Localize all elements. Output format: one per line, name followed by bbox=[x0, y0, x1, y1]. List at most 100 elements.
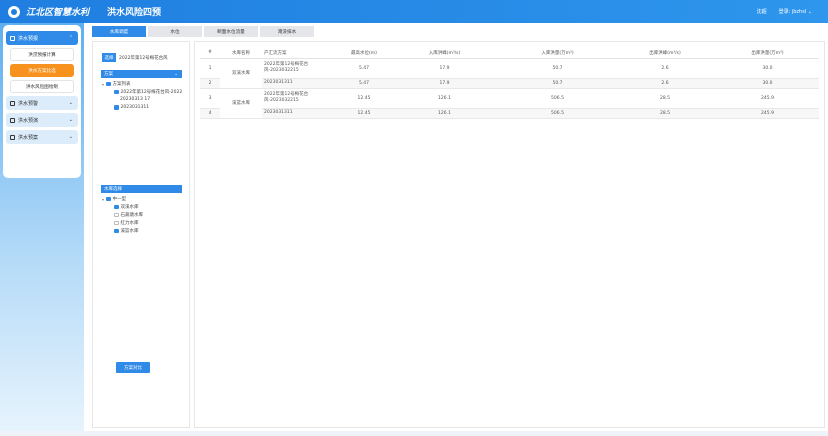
sidebar-group-plan[interactable]: 洪水预案 ⌄ bbox=[6, 130, 78, 144]
cell-out-peak: 2.6 bbox=[614, 58, 716, 79]
sidebar-group-rehearsal[interactable]: 洪水预演 ⌄ bbox=[6, 113, 78, 127]
rehearsal-icon bbox=[10, 117, 15, 123]
warning-icon bbox=[10, 100, 15, 106]
select-button[interactable]: 选择 bbox=[102, 53, 116, 62]
expand-arrow-icon[interactable]: ▾ bbox=[102, 82, 104, 87]
sidebar-group-label: 洪水预案 bbox=[18, 134, 39, 141]
cell-in-vol: 50.7 bbox=[501, 58, 614, 79]
tab-inundation[interactable]: 淹没排水 bbox=[260, 26, 314, 37]
sidebar-group-label: 洪水预报 bbox=[18, 35, 39, 42]
sidebar-group-label: 洪水预演 bbox=[18, 117, 39, 124]
tab-section-flow[interactable]: 断面水位流量 bbox=[204, 26, 258, 37]
cell-max-level: 12.45 bbox=[340, 108, 388, 119]
scheme-tree-item-cont: 20230313 17 bbox=[120, 97, 151, 102]
scheme-tree-item[interactable]: 2022年第12号梅花台风-2022 bbox=[114, 89, 182, 95]
section-label: 方案 bbox=[104, 72, 113, 77]
cell-reservoir: 双溪水库 bbox=[220, 58, 262, 89]
table-row[interactable]: 4 2023031311 12.45 126.1 506.5 28.5 245.… bbox=[200, 108, 819, 119]
user-name[interactable]: 沈超 bbox=[757, 8, 767, 15]
cell-out-vol: 30.0 bbox=[716, 58, 819, 79]
sidebar-group-forecast[interactable]: 洪水预报 ⌃ bbox=[6, 31, 78, 45]
reservoir-section-header: 水库选择 bbox=[101, 185, 182, 193]
col-header: 入库洪峰(m³/s) bbox=[388, 48, 501, 59]
section-label: 水库选择 bbox=[104, 187, 122, 192]
table-header-row: # 水库名称 产汇流方案 最高水位(m) 入库洪峰(m³/s) 入库洪量(万m³… bbox=[200, 48, 819, 59]
cell-out-peak: 2.6 bbox=[614, 78, 716, 89]
chevron-up-icon: ⌃ bbox=[68, 35, 73, 41]
reservoir-item[interactable]: 石蔬塘水库 bbox=[114, 212, 143, 218]
tab-reservoir[interactable]: 水库调度 bbox=[92, 26, 146, 37]
reservoir-tree-root[interactable]: ▾ 中一型 bbox=[102, 196, 126, 203]
cell-max-level: 5.47 bbox=[340, 78, 388, 89]
cell-scheme: 2022年第12号梅花台风-2023032215 bbox=[262, 88, 340, 109]
reservoir-item[interactable]: 红力水库 bbox=[114, 220, 139, 226]
cell-in-peak: 126.1 bbox=[388, 108, 501, 119]
plan-icon bbox=[10, 134, 15, 140]
cell-in-peak: 17.9 bbox=[388, 78, 501, 89]
col-header: 水库名称 bbox=[220, 48, 262, 59]
cell-out-vol: 245.9 bbox=[716, 88, 819, 109]
checkbox[interactable] bbox=[114, 212, 119, 218]
reservoir-item[interactable]: 双溪水库 bbox=[114, 204, 139, 210]
expand-arrow-icon[interactable]: ▾ bbox=[102, 197, 104, 202]
checkbox[interactable] bbox=[114, 89, 119, 95]
cell-in-vol: 506.5 bbox=[501, 108, 614, 119]
cell-scheme: 2022年第12号梅花台风-2023032215 bbox=[262, 58, 340, 79]
cell-index: 4 bbox=[200, 108, 220, 119]
sidebar-item-riskmap[interactable]: 洪水风险图绘制 bbox=[10, 80, 74, 93]
compare-button[interactable]: 方案对比 bbox=[116, 362, 150, 373]
col-header: 最高水位(m) bbox=[340, 48, 388, 59]
sidebar-group-warning[interactable]: 洪水预警 ⌄ bbox=[6, 96, 78, 110]
checkbox[interactable] bbox=[106, 196, 111, 202]
account-menu[interactable]: 登录: jbzhsl ⌄ bbox=[779, 8, 812, 15]
system-title: 洪水风险四预 bbox=[107, 8, 162, 18]
table-row[interactable]: 1 双溪水库 2022年第12号梅花台风-2023032215 5.47 17.… bbox=[200, 58, 819, 89]
typhoon-select[interactable]: 2022年第12号梅花台风 bbox=[119, 55, 168, 61]
checkbox[interactable] bbox=[114, 228, 119, 234]
col-header: # bbox=[200, 48, 220, 59]
cell-reservoir: 溪篮水库 bbox=[220, 88, 262, 119]
chevron-down-icon: ⌄ bbox=[68, 100, 73, 106]
cell-index: 1 bbox=[200, 58, 220, 79]
col-header: 出库洪量(万m³) bbox=[716, 48, 819, 59]
results-table: # 水库名称 产汇流方案 最高水位(m) 入库洪峰(m³/s) 入库洪量(万m³… bbox=[200, 48, 819, 119]
cell-in-peak: 126.1 bbox=[388, 88, 501, 109]
footer-strip bbox=[0, 431, 828, 436]
scheme-panel: 选择 2022年第12号梅花台风 方案 ⌄ ▾ 方案列表 2022年第12号梅花台… bbox=[92, 41, 190, 428]
scheme-section-header[interactable]: 方案 ⌄ bbox=[101, 70, 182, 78]
cell-in-vol: 506.5 bbox=[501, 88, 614, 109]
scheme-tree-item[interactable]: 2023031311 bbox=[114, 105, 149, 110]
cell-max-level: 12.45 bbox=[340, 88, 388, 109]
checkbox[interactable] bbox=[106, 81, 111, 87]
tab-water-level[interactable]: 水位 bbox=[148, 26, 202, 37]
logo-icon bbox=[8, 5, 20, 18]
cell-max-level: 5.47 bbox=[340, 58, 388, 79]
checkbox[interactable] bbox=[114, 220, 119, 226]
cell-out-peak: 28.5 bbox=[614, 108, 716, 119]
cell-in-vol: 50.7 bbox=[501, 78, 614, 89]
sidebar-group-label: 洪水预警 bbox=[18, 100, 39, 107]
chevron-down-icon: ⌄ bbox=[174, 71, 178, 77]
sidebar-item-calc[interactable]: 洪涝预报计算 bbox=[10, 48, 74, 61]
chevron-down-icon: ⌄ bbox=[68, 117, 73, 123]
cell-out-vol: 30.0 bbox=[716, 78, 819, 89]
cell-in-peak: 17.9 bbox=[388, 58, 501, 79]
brand-title: 江北区智慧水利 bbox=[26, 8, 90, 18]
col-header: 产汇流方案 bbox=[262, 48, 340, 59]
sidebar: 洪水预报 ⌃ 洪涝预报计算 洪水方案比选 洪水风险图绘制 洪水预警 ⌄ 洪水预演… bbox=[3, 25, 81, 178]
cell-index: 3 bbox=[200, 88, 220, 109]
checkbox[interactable] bbox=[114, 105, 119, 110]
table-row[interactable]: 2 2023031311 5.47 17.9 50.7 2.6 30.0 bbox=[200, 78, 819, 89]
cell-out-peak: 28.5 bbox=[614, 88, 716, 109]
table-row[interactable]: 3 溪篮水库 2022年第12号梅花台风-2023032215 12.45 12… bbox=[200, 88, 819, 119]
cell-scheme: 2023031311 bbox=[262, 78, 340, 89]
reservoir-item[interactable]: 溪篮水库 bbox=[114, 228, 139, 234]
scheme-tree-root[interactable]: ▾ 方案列表 bbox=[102, 81, 131, 88]
cell-scheme: 2023031311 bbox=[262, 108, 340, 119]
checkbox[interactable] bbox=[114, 204, 119, 210]
col-header: 出库洪峰(m³/s) bbox=[614, 48, 716, 59]
col-header: 入库洪量(万m³) bbox=[501, 48, 614, 59]
top-bar: 江北区智慧水利 洪水风险四预 沈超 登录: jbzhsl ⌄ bbox=[0, 0, 828, 23]
sidebar-item-compare[interactable]: 洪水方案比选 bbox=[10, 64, 74, 77]
results-panel: # 水库名称 产汇流方案 最高水位(m) 入库洪峰(m³/s) 入库洪量(万m³… bbox=[194, 41, 825, 428]
